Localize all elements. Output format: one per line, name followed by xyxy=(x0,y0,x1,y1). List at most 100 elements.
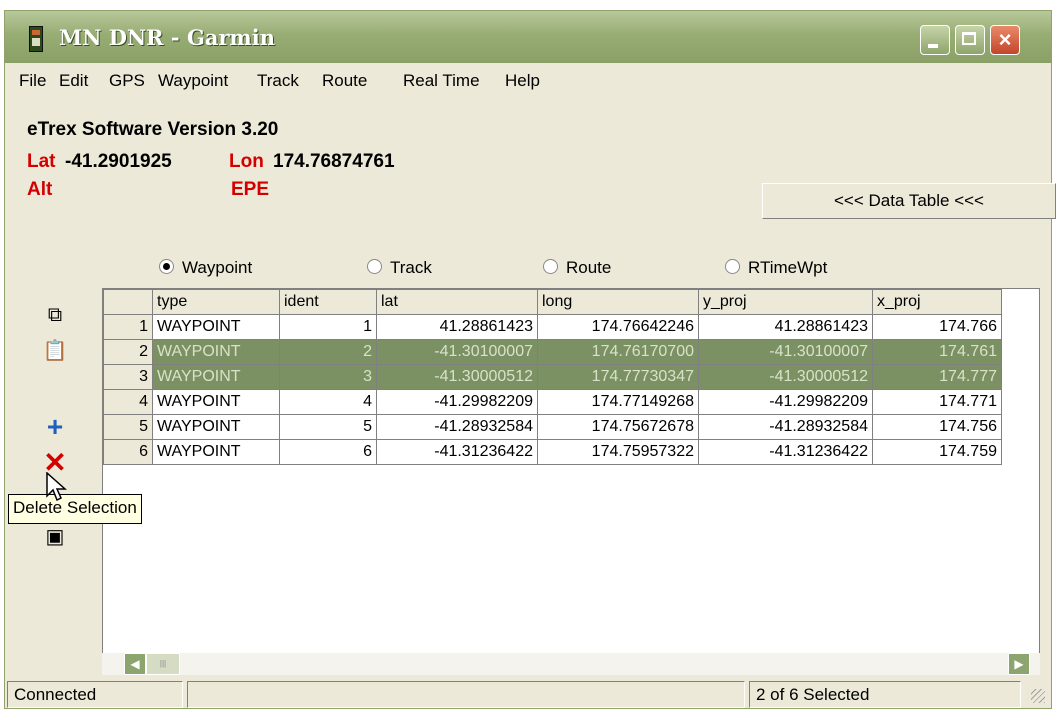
cell-x-proj[interactable]: 174.761 xyxy=(872,339,1002,365)
cell-x-proj[interactable]: 174.766 xyxy=(872,314,1002,340)
cell-lat[interactable]: -41.28932584 xyxy=(376,414,538,440)
cell-long[interactable]: 174.75957322 xyxy=(537,439,699,465)
table-row[interactable]: 4 WAYPOINT 4 -41.29982209 174.77149268 -… xyxy=(103,389,1002,415)
cell-ident[interactable]: 2 xyxy=(279,339,377,365)
radio-rtimewpt[interactable]: RTimeWpt xyxy=(725,258,827,278)
cell-y-proj[interactable]: -41.30000512 xyxy=(698,364,873,390)
cell-type[interactable]: WAYPOINT xyxy=(152,414,280,440)
row-number[interactable]: 5 xyxy=(103,414,153,440)
cell-lat[interactable]: -41.29982209 xyxy=(376,389,538,415)
add-icon[interactable]: + xyxy=(41,413,69,441)
data-table-button[interactable]: <<< Data Table <<< xyxy=(762,183,1056,219)
scroll-thumb[interactable]: ||| xyxy=(146,653,180,675)
radio-label: Waypoint xyxy=(182,258,253,277)
column-header-long[interactable]: long xyxy=(537,289,699,315)
menu-waypoint[interactable]: Waypoint xyxy=(158,71,228,91)
table-row[interactable]: 5 WAYPOINT 5 -41.28932584 174.75672678 -… xyxy=(103,414,1002,440)
cell-long[interactable]: 174.77730347 xyxy=(537,364,699,390)
maximize-button[interactable] xyxy=(955,25,985,55)
paste-icon[interactable]: 📋 xyxy=(41,337,69,365)
scroll-right-icon[interactable]: ▶ xyxy=(1008,653,1030,675)
minimize-button[interactable] xyxy=(920,25,950,55)
cell-long[interactable]: 174.75672678 xyxy=(537,414,699,440)
cell-ident[interactable]: 5 xyxy=(279,414,377,440)
close-icon: × xyxy=(998,27,1012,52)
cell-ident[interactable]: 3 xyxy=(279,364,377,390)
cell-lat[interactable]: -41.30000512 xyxy=(376,364,538,390)
cell-y-proj[interactable]: 41.28861423 xyxy=(698,314,873,340)
radio-track[interactable]: Track xyxy=(367,258,432,278)
cell-x-proj[interactable]: 174.771 xyxy=(872,389,1002,415)
cell-x-proj[interactable]: 174.777 xyxy=(872,364,1002,390)
row-number[interactable]: 1 xyxy=(103,314,153,340)
table-row[interactable]: 2 WAYPOINT 2 -41.30100007 174.76170700 -… xyxy=(103,339,1002,365)
cell-y-proj[interactable]: -41.30100007 xyxy=(698,339,873,365)
data-grid[interactable]: type ident lat long y_proj x_proj 1 WAYP… xyxy=(102,288,1040,675)
cell-type[interactable]: WAYPOINT xyxy=(152,314,280,340)
cell-lat[interactable]: 41.28861423 xyxy=(376,314,538,340)
row-number[interactable]: 6 xyxy=(103,439,153,465)
cell-long[interactable]: 174.76642246 xyxy=(537,314,699,340)
cell-x-proj[interactable]: 174.759 xyxy=(872,439,1002,465)
cell-lat[interactable]: -41.30100007 xyxy=(376,339,538,365)
cell-long[interactable]: 174.77149268 xyxy=(537,389,699,415)
cell-type[interactable]: WAYPOINT xyxy=(152,364,280,390)
menu-edit[interactable]: Edit xyxy=(59,71,88,91)
menu-track[interactable]: Track xyxy=(257,71,299,91)
save-icon[interactable]: ▣ xyxy=(41,523,69,551)
menu-help[interactable]: Help xyxy=(505,71,540,91)
menu-real-time[interactable]: Real Time xyxy=(403,71,480,91)
column-header-ident[interactable]: ident xyxy=(279,289,377,315)
radio-checked-icon xyxy=(159,259,174,274)
app-icon xyxy=(29,26,43,52)
row-number[interactable]: 2 xyxy=(103,339,153,365)
close-button[interactable]: × xyxy=(990,25,1020,55)
lat-value: -41.2901925 xyxy=(65,151,172,172)
column-header-lat[interactable]: lat xyxy=(376,289,538,315)
row-header-corner xyxy=(103,289,153,315)
row-number[interactable]: 4 xyxy=(103,389,153,415)
cell-y-proj[interactable]: -41.31236422 xyxy=(698,439,873,465)
cell-lat[interactable]: -41.31236422 xyxy=(376,439,538,465)
status-bar: Connected 2 of 6 Selected xyxy=(5,681,1051,710)
window-title: MN DNR - Garmin xyxy=(59,25,276,50)
copy-icon[interactable]: ⧉ xyxy=(41,301,69,329)
cell-y-proj[interactable]: -41.28932584 xyxy=(698,414,873,440)
cell-ident[interactable]: 4 xyxy=(279,389,377,415)
cell-y-proj[interactable]: -41.29982209 xyxy=(698,389,873,415)
cell-ident[interactable]: 6 xyxy=(279,439,377,465)
radio-unchecked-icon xyxy=(725,259,740,274)
menu-gps[interactable]: GPS xyxy=(109,71,145,91)
tooltip: Delete Selection xyxy=(8,494,142,524)
cell-type[interactable]: WAYPOINT xyxy=(152,339,280,365)
cell-long[interactable]: 174.76170700 xyxy=(537,339,699,365)
table-row[interactable]: 3 WAYPOINT 3 -41.30000512 174.77730347 -… xyxy=(103,364,1002,390)
menu-file[interactable]: File xyxy=(19,71,46,91)
table-row[interactable]: 1 WAYPOINT 1 41.28861423 174.76642246 41… xyxy=(103,314,1002,340)
lon-label: Lon xyxy=(229,151,264,172)
app-window: MN DNR - Garmin × File Edit GPS Waypoint… xyxy=(4,10,1056,710)
cell-x-proj[interactable]: 174.756 xyxy=(872,414,1002,440)
cell-type[interactable]: WAYPOINT xyxy=(152,439,280,465)
column-header-type[interactable]: type xyxy=(152,289,280,315)
column-header-x-proj[interactable]: x_proj xyxy=(872,289,1002,315)
radio-route[interactable]: Route xyxy=(543,258,611,278)
row-number[interactable]: 3 xyxy=(103,364,153,390)
horizontal-scrollbar[interactable]: ◀ ||| ▶ xyxy=(102,653,1040,675)
scroll-left-icon[interactable]: ◀ xyxy=(124,653,146,675)
table-row[interactable]: 6 WAYPOINT 6 -41.31236422 174.75957322 -… xyxy=(103,439,1002,465)
status-connection: Connected xyxy=(7,681,183,708)
mouse-cursor-icon xyxy=(46,472,67,502)
cell-ident[interactable]: 1 xyxy=(279,314,377,340)
lat-label: Lat xyxy=(27,151,56,172)
column-header-y-proj[interactable]: y_proj xyxy=(698,289,873,315)
radio-unchecked-icon xyxy=(543,259,558,274)
radio-waypoint[interactable]: Waypoint xyxy=(159,258,252,278)
menu-route[interactable]: Route xyxy=(322,71,367,91)
alt-label: Alt xyxy=(27,179,53,200)
resize-grip-icon[interactable] xyxy=(1031,689,1045,703)
software-version: eTrex Software Version 3.20 xyxy=(27,119,279,140)
status-selection: 2 of 6 Selected xyxy=(749,681,1021,708)
cell-type[interactable]: WAYPOINT xyxy=(152,389,280,415)
title-bar[interactable]: MN DNR - Garmin × xyxy=(5,11,1051,63)
